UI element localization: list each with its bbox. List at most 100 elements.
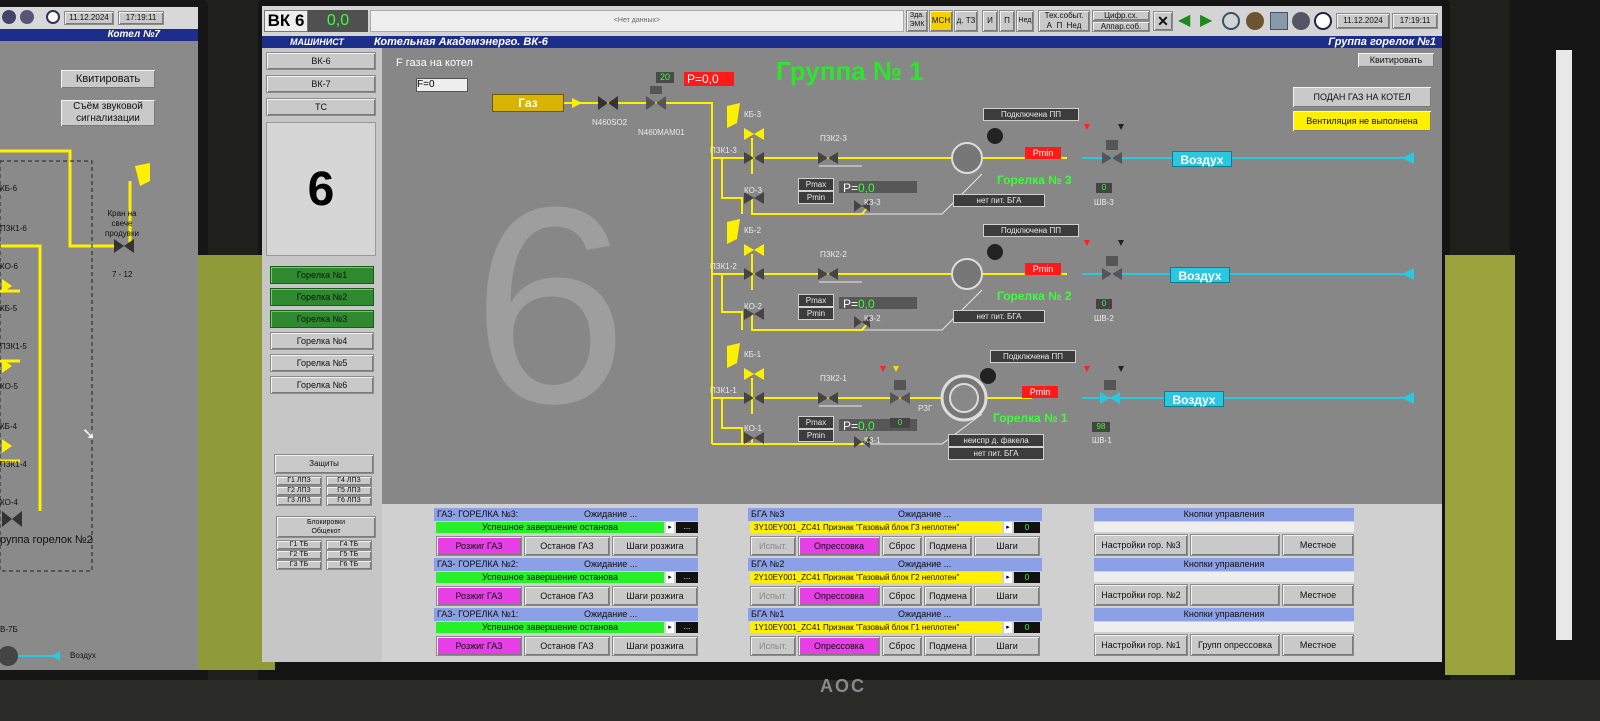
protection-g5[interactable]: Г5 ЛПЗ — [326, 486, 372, 496]
protection-g2[interactable]: Г2 ЛПЗ — [276, 486, 322, 496]
lock-g1[interactable]: Г1 ТБ — [276, 540, 322, 550]
header-time: 17:19:11 — [1392, 13, 1438, 29]
reset-button[interactable]: Сброс — [882, 586, 922, 606]
steps-button[interactable]: Шаги — [974, 586, 1040, 606]
burner-6-button[interactable]: Горелка №6 — [270, 376, 374, 394]
stop-gas-button[interactable]: Останов ГАЗ — [524, 586, 610, 606]
burner-settings-button[interactable]: Настройки гор. №1 — [1094, 634, 1188, 656]
gas-source[interactable]: Газ — [492, 94, 564, 112]
chevron-right-icon[interactable]: ▸ — [1004, 572, 1012, 583]
lock-g2[interactable]: Г2 ТБ — [276, 550, 322, 560]
protections-button[interactable]: Защиты — [274, 454, 374, 474]
boiler-vk7-button[interactable]: ВК-7 — [266, 75, 376, 93]
group-pressure-test-button[interactable]: Групп опрессовка — [1190, 634, 1280, 656]
burner-settings-button[interactable]: Настройки гор. №2 — [1094, 584, 1188, 606]
bga-panel-2: БГА №2 Ожидание ... 2Y10EY001_ZC41 Призна… — [748, 558, 1044, 608]
digital-scheme-button[interactable]: Цифр.сх. — [1092, 10, 1150, 21]
kz-label: КЗ-1 — [864, 436, 881, 445]
close-icon[interactable]: ✕ — [1153, 11, 1173, 31]
i-button[interactable]: И — [982, 10, 998, 32]
apparatus-events-button[interactable]: Аппар.соб. — [1092, 21, 1150, 32]
chevron-right-icon[interactable]: ▸ — [666, 522, 674, 533]
test-button[interactable]: Испыт. — [750, 586, 796, 606]
air-supply[interactable]: Воздух — [1164, 391, 1224, 407]
lock-g6[interactable]: Г6 ТБ — [326, 560, 372, 570]
burner-1-button[interactable]: Горелка №1 — [270, 266, 374, 284]
substitute-button[interactable]: Подмена — [924, 536, 972, 556]
gas-panel-3: ГАЗ- ГОРЕЛКА №3: Ожидание ... Успешное за… — [434, 508, 700, 558]
pressure-test-button[interactable]: Опрессовка — [798, 586, 880, 606]
left-label: ПЗК1-4 — [0, 460, 27, 469]
burner-2-button[interactable]: Горелка №2 — [270, 288, 374, 306]
ignition-steps-button[interactable]: Шаги розжига — [612, 586, 698, 606]
burner-5-button[interactable]: Горелка №5 — [270, 354, 374, 372]
burner-settings-button[interactable]: Настройки гор. №3 — [1094, 534, 1188, 556]
chevron-right-icon[interactable]: ▸ — [1004, 622, 1012, 633]
steps-button[interactable]: Шаги — [974, 536, 1040, 556]
lock-g4[interactable]: Г4 ТБ — [326, 540, 372, 550]
msn-button[interactable]: МСН — [929, 10, 953, 32]
boiler-vk6-button[interactable]: ВК-6 — [266, 52, 376, 70]
control-middle-button[interactable] — [1190, 584, 1280, 606]
search-icon[interactable] — [1222, 12, 1240, 30]
user-icon[interactable] — [1246, 12, 1264, 30]
chevron-right-icon[interactable]: ▸ — [1004, 522, 1012, 533]
more-button[interactable]: ... — [676, 522, 698, 533]
more-button[interactable]: ... — [676, 622, 698, 633]
ignite-gas-button[interactable]: Розжиг ГАЗ — [436, 586, 522, 606]
gear-icon[interactable] — [1292, 12, 1310, 30]
local-button[interactable]: Местное — [1282, 634, 1354, 656]
arrow-left-icon[interactable]: ◀ — [1178, 13, 1196, 29]
air-supply[interactable]: Воздух — [1170, 267, 1230, 283]
gas-supplied-button[interactable]: ПОДАН ГАЗ НА КОТЕЛ — [1292, 86, 1432, 108]
settings-icon[interactable] — [20, 10, 34, 24]
chevron-right-icon[interactable]: ▸ — [666, 572, 674, 583]
ned-button[interactable]: Нед — [1016, 10, 1034, 32]
substitute-button[interactable]: Подмена — [924, 586, 972, 606]
bga-panel-status: 1Y10EY001_ZC41 Признак "Газовый блок Г1 … — [750, 622, 1002, 633]
scheme-ack-button[interactable]: Квитировать — [1357, 52, 1435, 68]
test-button[interactable]: Испыт. — [750, 536, 796, 556]
protection-g4[interactable]: Г4 ЛПЗ — [326, 476, 372, 486]
tech-events-button[interactable]: Тех.событ. А П Нед — [1038, 10, 1090, 32]
reset-button[interactable]: Сброс — [882, 536, 922, 556]
screens-icon[interactable] — [1270, 12, 1288, 30]
pressure-test-button[interactable]: Опрессовка — [798, 636, 880, 656]
locks-button[interactable]: Блокировки Общекот — [276, 516, 376, 538]
burner-4-button[interactable]: Горелка №4 — [270, 332, 374, 350]
protection-g6[interactable]: Г6 ЛПЗ — [326, 496, 372, 506]
zdat-button[interactable]: Зда. ЭМК — [906, 10, 928, 32]
arrow-right-icon[interactable]: ▶ — [1200, 13, 1218, 29]
ts-button[interactable]: ТС — [266, 98, 376, 116]
p-button[interactable]: П — [999, 10, 1015, 32]
dtz-button[interactable]: д. ТЗ — [954, 10, 978, 32]
protection-g3[interactable]: Г3 ЛПЗ — [276, 496, 322, 506]
local-button[interactable]: Местное — [1282, 584, 1354, 606]
local-button[interactable]: Местное — [1282, 534, 1354, 556]
reset-button[interactable]: Сброс — [882, 636, 922, 656]
control-panel-title: Кнопки управления — [1094, 558, 1354, 571]
protection-g1[interactable]: Г1 ЛПЗ — [276, 476, 322, 486]
more-button[interactable]: ... — [676, 572, 698, 583]
steps-button[interactable]: Шаги — [974, 636, 1040, 656]
ignition-steps-button[interactable]: Шаги розжига — [612, 636, 698, 656]
control-middle-button[interactable] — [1190, 534, 1280, 556]
lock-g3[interactable]: Г3 ТБ — [276, 560, 322, 570]
pressure-test-button[interactable]: Опрессовка — [798, 536, 880, 556]
chevron-right-icon[interactable]: ▸ — [666, 622, 674, 633]
test-button[interactable]: Испыт. — [750, 636, 796, 656]
gear-icon[interactable] — [2, 10, 16, 24]
mouse-cursor-icon: ➘ — [82, 426, 96, 443]
ignite-gas-button[interactable]: Розжиг ГАЗ — [436, 536, 522, 556]
substitute-button[interactable]: Подмена — [924, 636, 972, 656]
pressure-prefix: P= — [843, 419, 859, 433]
stop-gas-button[interactable]: Останов ГАЗ — [524, 536, 610, 556]
stop-gas-button[interactable]: Останов ГАЗ — [524, 636, 610, 656]
burner-3-button[interactable]: Горелка №3 — [270, 310, 374, 328]
control-panel-strip — [1094, 522, 1354, 532]
air-supply[interactable]: Воздух — [1172, 151, 1232, 167]
ignite-gas-button[interactable]: Розжиг ГАЗ — [436, 636, 522, 656]
pressure-value: 0,0 — [858, 419, 875, 433]
ignition-steps-button[interactable]: Шаги розжига — [612, 536, 698, 556]
lock-g5[interactable]: Г5 ТБ — [326, 550, 372, 560]
